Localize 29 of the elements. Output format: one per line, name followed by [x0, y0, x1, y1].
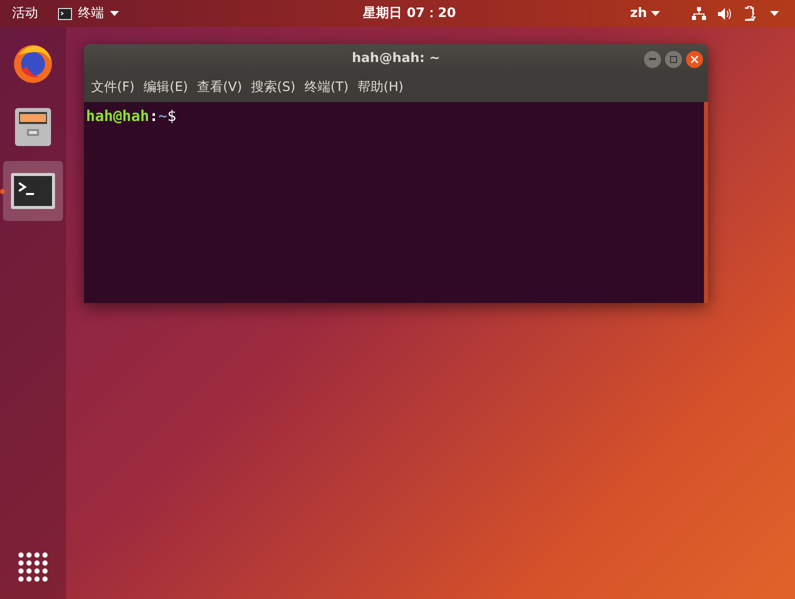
terminal-prompt: hah@hah:~$ [85, 106, 178, 127]
system-menu[interactable] [692, 6, 779, 21]
clock[interactable]: 星期日 07：20 [293, 4, 456, 24]
minimize-button[interactable] [644, 50, 661, 68]
menu-item[interactable]: 编辑(E) [140, 78, 191, 98]
terminal-icon [10, 171, 56, 211]
window-title: hah@hah: ~ [352, 50, 440, 68]
app-menu[interactable]: 终端 [58, 4, 119, 24]
volume-icon [718, 8, 732, 20]
input-method-label: zh [630, 4, 647, 23]
caret-icon [770, 11, 779, 16]
menu-item[interactable]: 查看(V) [194, 78, 246, 98]
menu-item[interactable]: 文件(F) [88, 78, 138, 98]
dock-item[interactable] [3, 161, 63, 221]
scrollbar[interactable] [704, 102, 708, 303]
app-grid-icon[interactable] [17, 551, 49, 583]
terminal-icon [58, 8, 72, 20]
close-icon [691, 56, 698, 62]
network-icon [692, 7, 706, 20]
activities-button[interactable]: 活动 [12, 4, 38, 24]
caret-icon [651, 11, 660, 16]
close-button[interactable] [686, 50, 703, 68]
menu-item[interactable]: 帮助(H) [354, 78, 406, 98]
caret-icon [110, 11, 119, 16]
battery-icon [744, 6, 758, 21]
app-menu-label: 终端 [78, 4, 104, 23]
menu-item[interactable]: 终端(T) [301, 78, 352, 98]
input-method-menu[interactable]: zh [630, 4, 660, 24]
menu-item[interactable]: 搜索(S) [248, 78, 298, 98]
